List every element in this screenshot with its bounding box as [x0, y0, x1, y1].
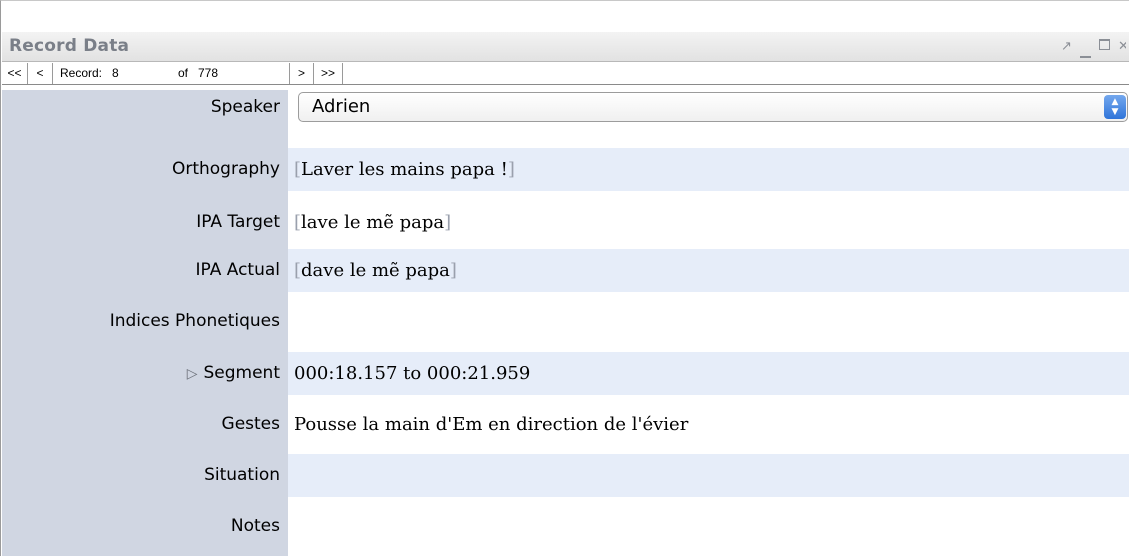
speaker-select[interactable]: Adrien ▲ ▼ — [298, 92, 1128, 122]
segment-label: Segment — [203, 363, 281, 383]
field-row-situation: Situation — [2, 454, 1129, 497]
situation-field[interactable] — [288, 454, 1129, 497]
field-label-orthography: Orthography — [171, 159, 280, 179]
record-fields: Speaker Adrien ▲ ▼ Orthography [Laver les… — [2, 86, 1129, 556]
field-label-indices: Indices Phonetiques — [109, 311, 280, 331]
field-label-notes: Notes — [230, 516, 280, 536]
field-label-ipa-target: IPA Target — [196, 212, 280, 232]
first-record-button[interactable]: << — [2, 63, 28, 84]
field-row-indices: Indices Phonetiques — [2, 300, 1129, 343]
maximize-icon[interactable] — [1098, 39, 1111, 54]
record-total: 778 — [198, 66, 219, 80]
next-record-button[interactable]: > — [290, 63, 314, 84]
field-row-ipa-target: IPA Target [lave le mẽ papa] — [2, 201, 1129, 244]
ipa-target-field[interactable]: [lave le mẽ papa] — [288, 201, 1129, 244]
segment-field[interactable]: 000:18.157 to 000:21.959 — [288, 352, 1129, 395]
field-row-segment: ▷ Segment 000:18.157 to 000:21.959 — [2, 352, 1129, 395]
speaker-value: Adrien — [312, 96, 371, 117]
previous-record-button[interactable]: < — [28, 63, 53, 84]
field-label-gestes: Gestes — [221, 414, 280, 434]
ipa-target-value: lave le mẽ papa — [301, 212, 445, 233]
field-label-situation: Situation — [204, 465, 280, 485]
ipa-actual-value: dave le mẽ papa — [301, 260, 450, 281]
orthography-field[interactable]: [Laver les mains papa !] — [288, 148, 1129, 191]
field-row-ipa-actual: IPA Actual [dave le mẽ papa] — [2, 249, 1129, 292]
undock-icon[interactable]: ↗ — [1060, 39, 1073, 54]
panel-titlebar: Record Data ↗ ✕ — [2, 32, 1129, 62]
record-number[interactable]: 8 — [112, 63, 119, 84]
field-row-speaker: Speaker Adrien ▲ ▼ — [2, 86, 1129, 129]
indices-field[interactable] — [288, 300, 1129, 343]
notes-field[interactable] — [288, 505, 1129, 548]
close-icon[interactable]: ✕ — [1117, 40, 1126, 54]
ipa-actual-field[interactable]: [dave le mẽ papa] — [288, 249, 1129, 292]
field-label-segment: ▷ Segment — [2, 352, 280, 395]
field-row-orthography: Orthography [Laver les mains papa !] — [2, 148, 1129, 191]
close-bracket: ] — [449, 260, 457, 281]
last-record-button[interactable]: >> — [314, 63, 343, 84]
open-bracket: [ — [294, 159, 302, 180]
close-bracket: ] — [444, 212, 452, 233]
window-controls: ↗ ✕ — [1060, 39, 1129, 58]
open-bracket: [ — [294, 260, 302, 281]
gestes-field[interactable]: Pousse la main d'Em en direction de l'év… — [288, 403, 1129, 446]
record-of-label: of — [178, 66, 189, 80]
close-bracket: ] — [507, 159, 515, 180]
field-row-gestes: Gestes Pousse la main d'Em en direction … — [2, 403, 1129, 446]
field-label-speaker: Speaker — [210, 97, 280, 117]
orthography-value: Laver les mains papa ! — [301, 159, 508, 180]
open-bracket: [ — [294, 212, 302, 233]
panel-title: Record Data — [9, 36, 130, 56]
record-data-panel: Record Data ↗ ✕ << < Record: 8 of 778 > … — [0, 0, 1129, 556]
record-label: Record: — [60, 66, 103, 80]
select-arrows-icon[interactable]: ▲ ▼ — [1104, 95, 1126, 119]
record-number-field[interactable]: Record: 8 of 778 — [53, 63, 290, 84]
disclosure-triangle-icon[interactable]: ▷ — [187, 366, 198, 382]
record-navigation-bar: << < Record: 8 of 778 > >> — [2, 63, 1129, 85]
field-row-notes: Notes — [2, 505, 1129, 548]
field-label-ipa-actual: IPA Actual — [195, 260, 280, 280]
